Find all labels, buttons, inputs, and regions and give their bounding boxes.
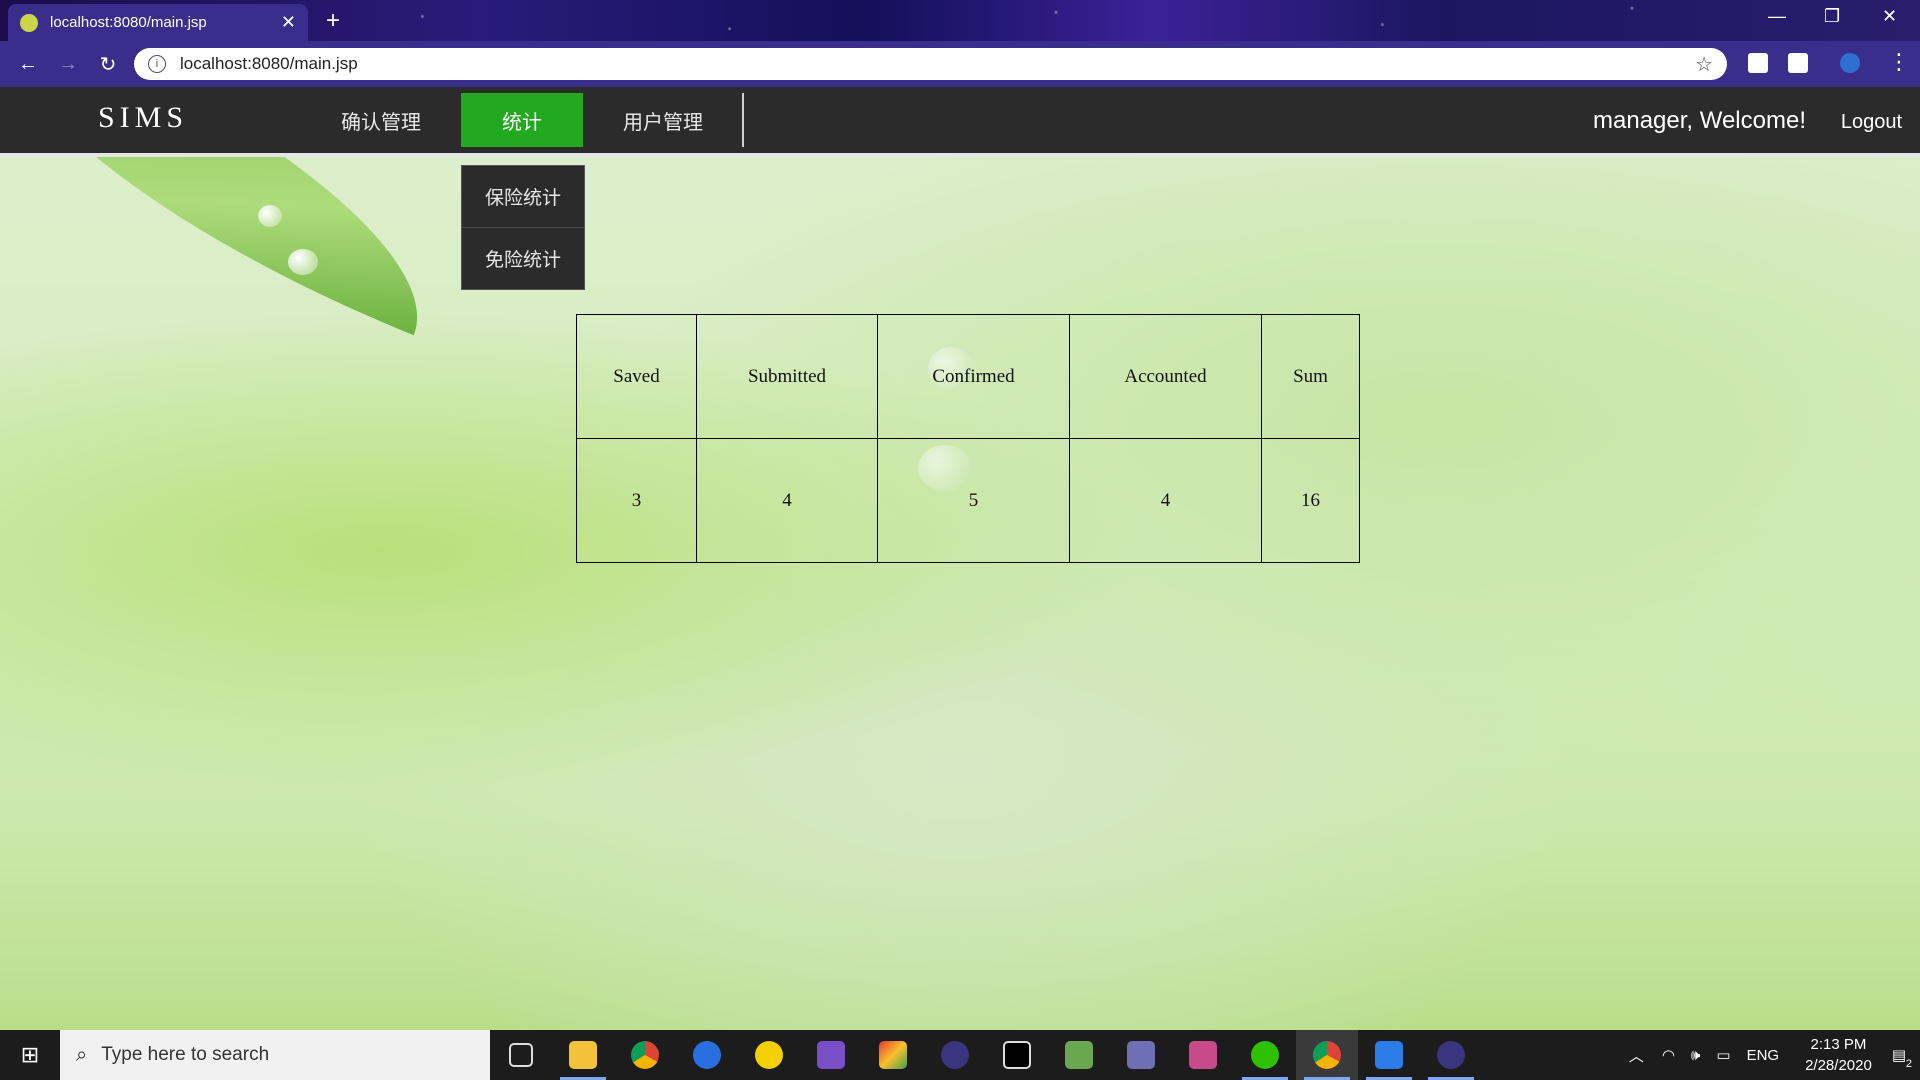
task-view-icon[interactable] [490,1030,552,1080]
show-hidden-icons-icon[interactable]: ︿ [1629,1045,1644,1066]
wechat-icon[interactable] [1234,1030,1296,1080]
dropdown-insurance-stats[interactable]: 保险统计 [462,166,584,228]
battery-icon[interactable]: ▭ [1716,1046,1730,1064]
wps-icon[interactable] [1358,1030,1420,1080]
reload-icon[interactable]: ↻ [88,52,128,77]
minimize-icon[interactable]: — [1768,6,1786,27]
nav-statistics[interactable]: 统计 [461,93,583,147]
extension-icon[interactable] [1788,53,1808,73]
archive-icon[interactable] [1172,1030,1234,1080]
browser-toolbar: ← → ↻ i localhost:8080/main.jsp ☆ ⋮ [0,41,1920,87]
app-navbar: SIMS 确认管理 统计 用户管理 manager, Welcome! Logo… [0,87,1920,157]
header-confirmed: Confirmed [877,314,1070,439]
header-submitted: Submitted [696,314,878,439]
close-window-icon[interactable]: ✕ [1882,6,1897,27]
forward-icon[interactable]: → [48,53,88,76]
tab-title: localhost:8080/main.jsp [50,14,207,31]
notifications-icon[interactable]: ▤ 2 [1892,1046,1912,1070]
clock-time: 2:13 PM [1810,1036,1867,1053]
restore-icon[interactable]: ❐ [1824,6,1840,27]
clock[interactable]: 2:13 PM 2/28/2020 [1805,1034,1872,1076]
language-indicator[interactable]: ENG [1747,1047,1780,1064]
paint-icon[interactable] [862,1030,924,1080]
welcome-text: manager, Welcome! [1593,107,1806,134]
cell-confirmed: 5 [877,438,1070,563]
visual-studio-icon[interactable] [800,1030,862,1080]
taskbar-search[interactable]: ⌕ Type here to search [60,1030,490,1080]
background-drop [258,205,282,227]
nav-divider [742,93,744,147]
notepad-icon[interactable] [1048,1030,1110,1080]
nav-confirm-management[interactable]: 确认管理 [321,93,441,147]
new-tab-button[interactable]: + [326,7,340,35]
table-header-row: Saved Submitted Confirmed Accounted Sum [576,314,1360,439]
site-info-icon[interactable]: i [148,55,166,73]
logout-link[interactable]: Logout [1841,111,1902,134]
windows-taskbar: ⊞ ⌕ Type here to search ︿ ◠ 🕪 ▭ ENG 2:13… [0,1030,1920,1080]
tab-close-icon[interactable]: ✕ [281,12,296,33]
wifi-icon[interactable]: ◠ [1662,1046,1675,1064]
bookmark-star-icon[interactable]: ☆ [1695,52,1713,77]
system-tray: ︿ ◠ 🕪 ▭ ENG 2:13 PM 2/28/2020 ▤ 2 [1619,1030,1920,1080]
tortoise-icon[interactable] [1110,1030,1172,1080]
clock-date: 2/28/2020 [1805,1057,1872,1074]
nav-user-management[interactable]: 用户管理 [603,93,723,147]
cell-sum: 16 [1261,438,1360,563]
content-area [0,157,1920,1030]
statistics-table: Saved Submitted Confirmed Accounted Sum … [576,314,1360,563]
cell-accounted: 4 [1069,438,1262,563]
statistics-dropdown: 保险统计 免险统计 [461,165,585,290]
chrome-active-icon[interactable] [1296,1030,1358,1080]
table-row: 3 4 5 4 16 [576,438,1360,563]
background-drop [288,249,318,275]
eclipse-icon[interactable] [924,1030,986,1080]
search-icon: ⌕ [76,1043,88,1066]
back-icon[interactable]: ← [8,53,48,76]
address-url[interactable]: localhost:8080/main.jsp [180,54,1695,74]
header-saved: Saved [576,314,697,439]
browser-titlebar: localhost:8080/main.jsp ✕ + — ❐ ✕ [0,0,1920,41]
volume-icon[interactable]: 🕪 [1691,1047,1700,1064]
browser-tab[interactable]: localhost:8080/main.jsp ✕ [8,4,308,41]
dropdown-exemption-stats[interactable]: 免险统计 [462,228,584,289]
background-leaf [0,157,470,336]
brand-logo[interactable]: SIMS [98,101,188,135]
search-placeholder: Type here to search [101,1044,270,1065]
intellij-icon[interactable] [986,1030,1048,1080]
eclipse-2-icon[interactable] [1420,1030,1482,1080]
header-accounted: Accounted [1069,314,1262,439]
extension-icon[interactable] [1748,53,1768,73]
notification-count: 2 [1905,1058,1912,1070]
profile-avatar-icon[interactable] [1840,53,1860,73]
sogou-icon[interactable] [676,1030,738,1080]
menu-dots-icon[interactable]: ⋮ [1888,49,1910,75]
cell-saved: 3 [576,438,697,563]
norton-icon[interactable] [738,1030,800,1080]
windows-start-icon[interactable]: ⊞ [0,1042,60,1068]
file-explorer-icon[interactable] [552,1030,614,1080]
chrome-icon[interactable] [614,1030,676,1080]
cell-submitted: 4 [696,438,878,563]
header-sum: Sum [1261,314,1360,439]
address-bar[interactable]: i localhost:8080/main.jsp ☆ [134,48,1727,80]
favicon-icon [20,13,38,32]
